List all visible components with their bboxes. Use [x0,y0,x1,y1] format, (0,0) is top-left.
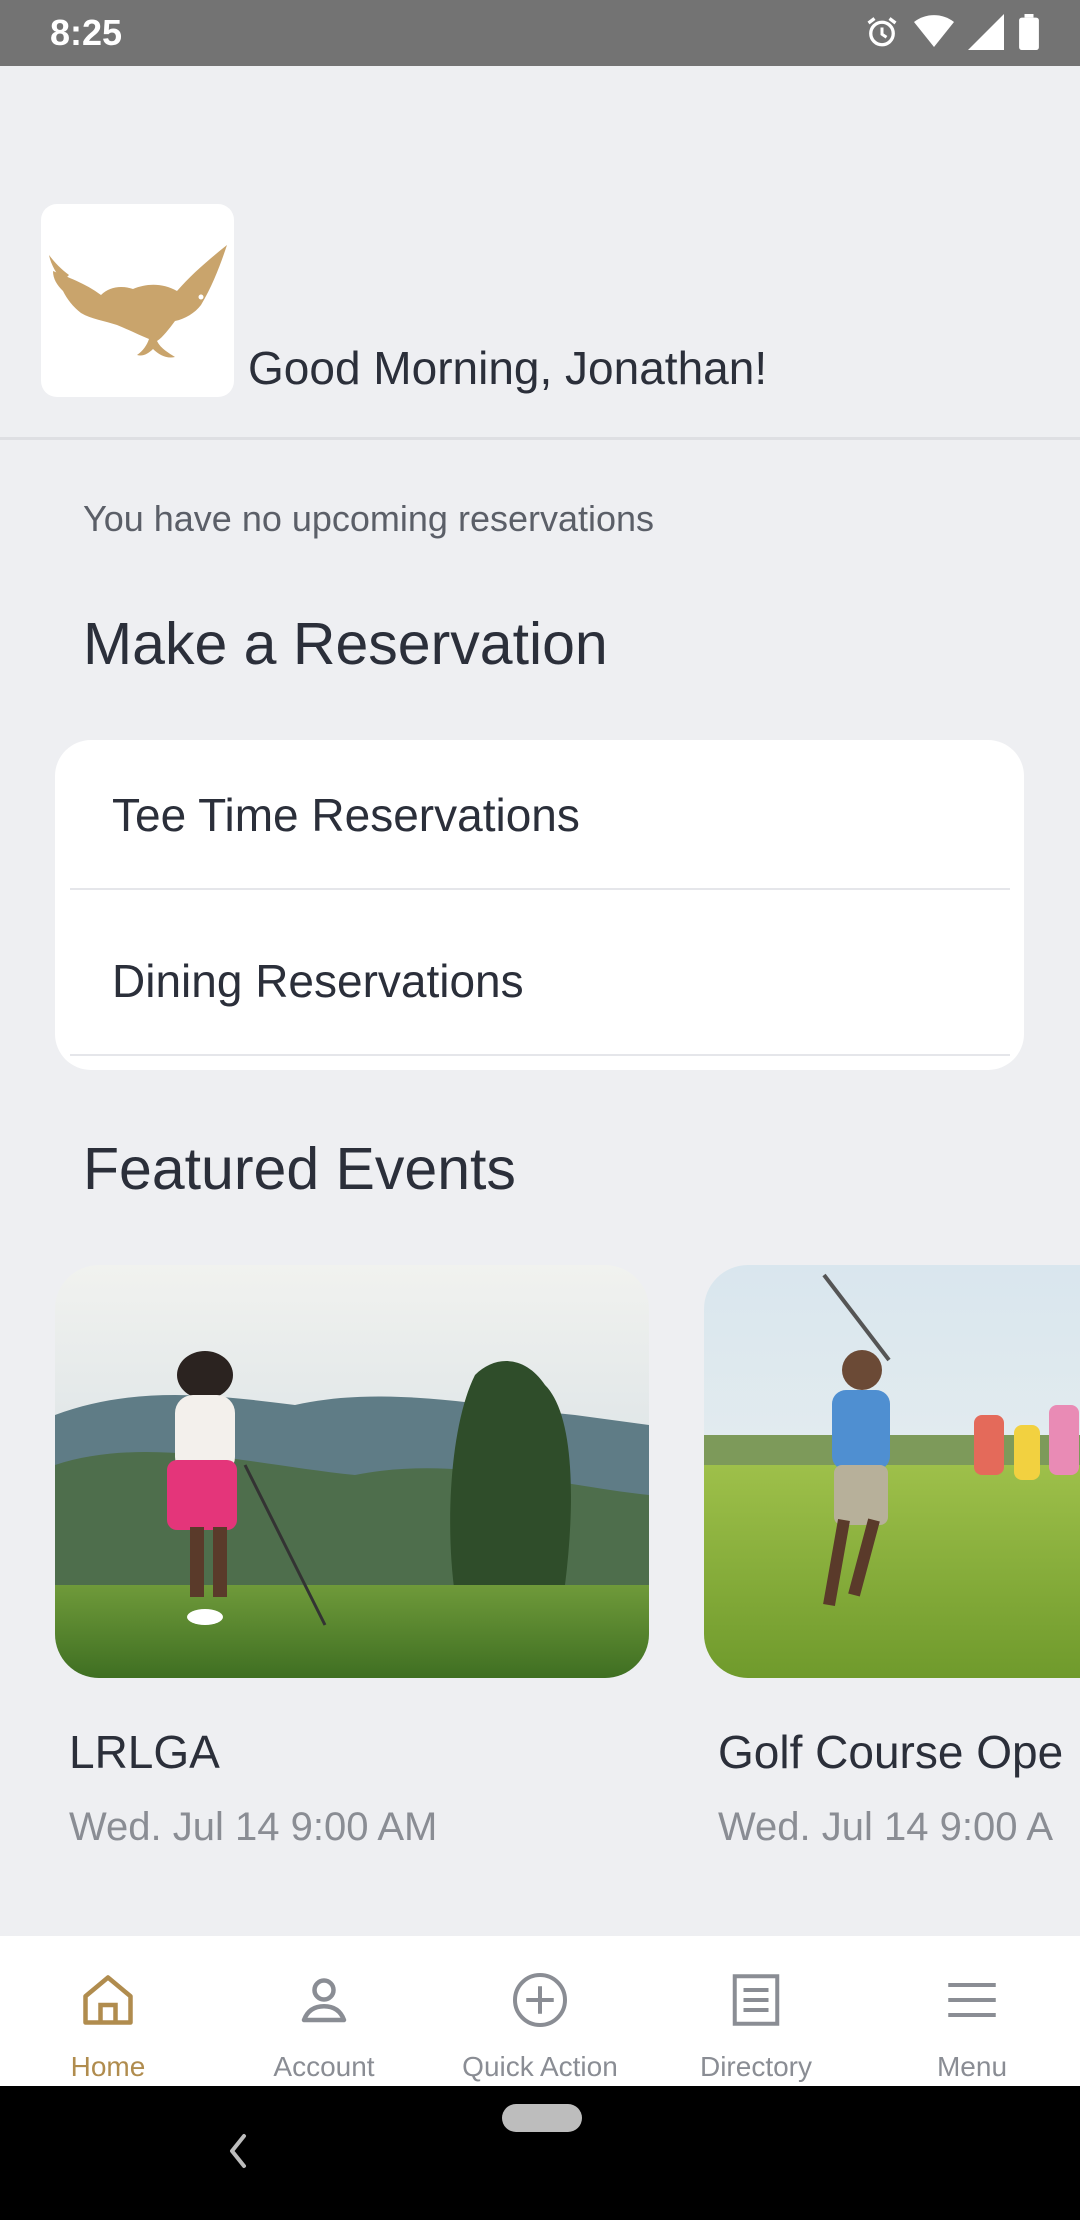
nav-directory-label: Directory [699,2051,812,2082]
event-title: LRLGA [69,1726,220,1778]
eagle-logo-icon [49,245,227,358]
make-reservation-title: Make a Reservation [83,611,608,677]
event-date: Wed. Jul 14 9:00 AM [69,1805,438,1849]
nav-quick-action-label: Quick Action [462,2051,618,2082]
list-icon [732,1974,780,2026]
no-reservations-message: You have no upcoming reservations [83,498,655,539]
nav-quick-action[interactable]: Quick Action [432,1936,648,2086]
dining-reservations-item[interactable]: Dining Reservations [55,890,1024,1050]
golfers-celebrating-photo [704,1265,1080,1678]
hamburger-icon [948,1983,996,2017]
nav-home[interactable]: Home [0,1936,216,2086]
event-title: Golf Course Ope [718,1726,1064,1778]
battery-icon [1019,14,1039,50]
greeting-text: Good Morning, Jonathan! [248,342,768,394]
status-icons [864,14,1040,50]
nav-account[interactable]: Account [216,1936,432,2086]
status-bar: 8:25 [0,0,1080,66]
golfer-photo [55,1265,649,1678]
person-icon [301,1978,347,2023]
tee-time-reservations-label: Tee Time Reservations [112,789,580,841]
home-pill-icon[interactable] [502,2088,582,2148]
featured-events-title: Featured Events [83,1136,516,1202]
nav-menu[interactable]: Menu [864,1936,1080,2086]
nav-account-label: Account [273,2051,375,2082]
back-icon[interactable] [222,2126,252,2176]
system-nav-bar [0,2086,1080,2220]
header: Good Morning, Jonathan! [0,66,1080,438]
nav-home-label: Home [70,2051,146,2082]
plus-circle-icon [513,1973,567,2027]
reservation-options-card: Tee Time Reservations Dining Reservation… [55,740,1024,1070]
dining-reservations-label: Dining Reservations [112,955,524,1007]
club-logo [41,204,234,397]
nav-menu-label: Menu [936,2051,1008,2082]
header-divider [0,437,1080,440]
home-icon [83,1975,133,2025]
tee-time-reservations-item[interactable]: Tee Time Reservations [55,740,1024,900]
wifi-icon [914,15,954,47]
bottom-nav: Home Account Quick Action Directory Menu [0,1936,1080,2086]
alarm-icon [867,17,897,47]
reservation-divider [70,1054,1010,1056]
event-card-image-golf-course[interactable] [704,1265,1080,1678]
signal-icon [968,14,1004,50]
nav-directory[interactable]: Directory [648,1936,864,2086]
event-date: Wed. Jul 14 9:00 A [718,1805,1054,1849]
event-card-image-lrlga[interactable] [55,1265,649,1678]
status-time: 8:25 [50,12,123,53]
